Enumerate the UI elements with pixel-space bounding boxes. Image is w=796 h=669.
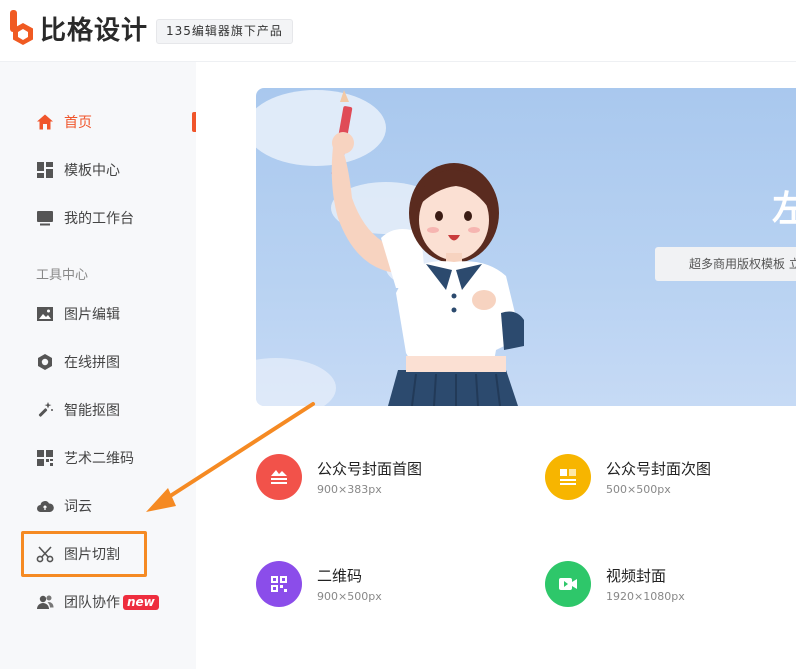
qrcode-icon — [256, 561, 302, 607]
monitor-icon — [35, 209, 54, 228]
sidebar-item-workspace[interactable]: 我的工作台 — [0, 198, 196, 238]
card-cover-second[interactable]: 公众号封面次图 500×500px — [545, 447, 796, 507]
banner-subtitle: 超多商用版权模板 立 — [655, 247, 796, 281]
grid-icon — [35, 161, 54, 180]
image-icon — [35, 305, 54, 324]
home-icon — [35, 113, 54, 132]
card-title: 公众号封面次图 — [606, 460, 712, 478]
sidebar-item-team[interactable]: 团队协作 new — [0, 582, 196, 622]
video-icon — [545, 561, 591, 607]
sidebar-item-art-qrcode[interactable]: 艺术二维码 — [0, 438, 196, 478]
sidebar-item-image-edit[interactable]: 图片编辑 — [0, 294, 196, 334]
logo-icon — [10, 10, 36, 46]
banner-title: 左 — [772, 189, 796, 230]
card-size: 500×500px — [606, 483, 671, 496]
cover-first-icon — [256, 454, 302, 500]
sidebar-item-label: 在线拼图 — [64, 355, 120, 371]
scissors-icon — [35, 545, 54, 564]
sidebar-item-smart-cutout[interactable]: 智能抠图 — [0, 390, 196, 430]
sidebar-item-templates[interactable]: 模板中心 — [0, 150, 196, 190]
sidebar-item-image-split[interactable]: 图片切割 — [0, 534, 196, 574]
card-video-cover[interactable]: 视频封面 1920×1080px — [545, 554, 796, 614]
sidebar-item-label: 艺术二维码 — [64, 451, 134, 467]
sidebar-item-label: 智能抠图 — [64, 403, 120, 419]
sidebar-item-label: 图片切割 — [64, 547, 120, 563]
sidebar: 首页 模板中心 我的工作台 工具中心 图片编辑 在线拼图 智能抠图 艺术二维码 … — [0, 62, 196, 669]
cover-second-icon — [545, 454, 591, 500]
card-size: 900×500px — [317, 590, 382, 603]
top-bar: 比格设计 135编辑器旗下产品 — [0, 0, 796, 62]
sidebar-item-label: 图片编辑 — [64, 307, 120, 323]
cloud-icon — [35, 497, 54, 516]
sidebar-item-label: 团队协作 — [64, 595, 120, 611]
logo[interactable]: 比格设计 — [10, 8, 148, 48]
hero-banner[interactable]: 左 超多商用版权模板 立 — [256, 88, 796, 406]
card-title: 视频封面 — [606, 567, 667, 585]
tagline-badge: 135编辑器旗下产品 — [156, 19, 293, 44]
team-icon — [35, 593, 54, 612]
sidebar-item-label: 模板中心 — [64, 163, 120, 179]
active-indicator — [192, 112, 196, 132]
sidebar-item-collage[interactable]: 在线拼图 — [0, 342, 196, 382]
sidebar-item-label: 词云 — [64, 499, 92, 515]
card-cover-first[interactable]: 公众号封面首图 900×383px — [256, 447, 516, 507]
sidebar-item-label: 首页 — [64, 115, 92, 131]
sidebar-item-word-cloud[interactable]: 词云 — [0, 486, 196, 526]
qrcode-icon — [35, 449, 54, 468]
card-qrcode[interactable]: 二维码 900×500px — [256, 554, 516, 614]
card-size: 900×383px — [317, 483, 382, 496]
card-size: 1920×1080px — [606, 590, 685, 603]
new-badge: new — [123, 594, 159, 610]
logo-text: 比格设计 — [40, 15, 149, 46]
hexagon-icon — [35, 353, 54, 372]
magic-wand-icon — [35, 401, 54, 420]
section-label-tools: 工具中心 — [36, 268, 89, 283]
sidebar-item-home[interactable]: 首页 — [0, 102, 196, 142]
card-title: 二维码 — [317, 567, 363, 585]
sidebar-item-label: 我的工作台 — [64, 211, 134, 227]
card-title: 公众号封面首图 — [317, 460, 423, 478]
